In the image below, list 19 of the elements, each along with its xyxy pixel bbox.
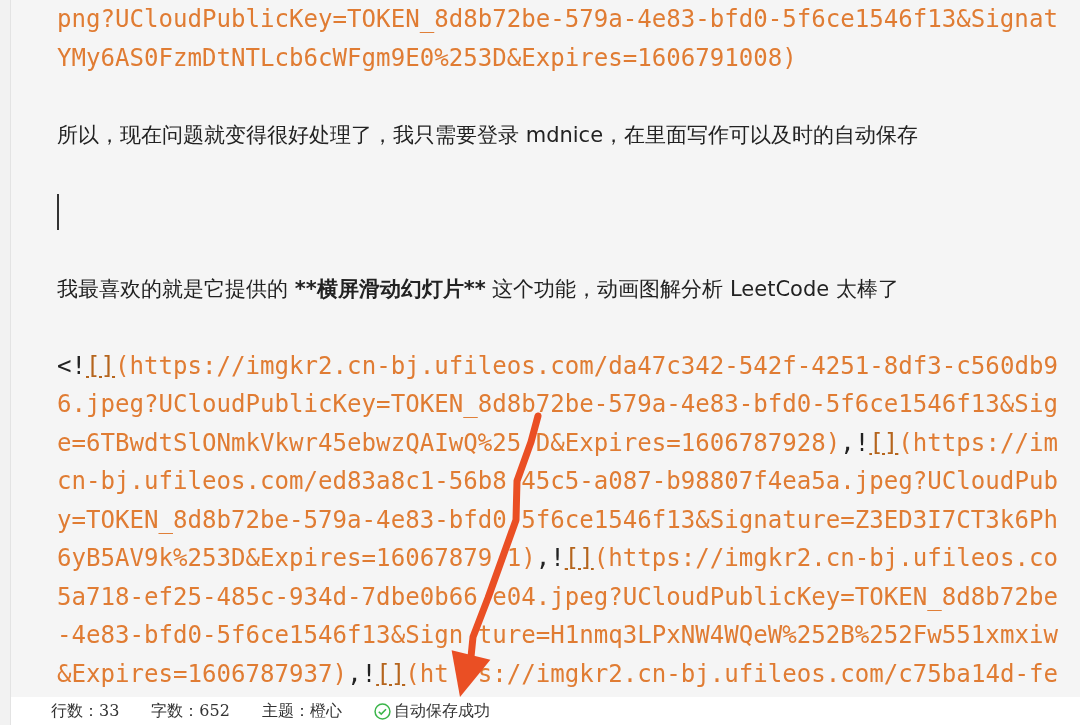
- editor-line: 6.jpeg?UCloudPublicKey=TOKEN_8d8b72be-579a-4e83-bfd0-5f6ce1546f13&Sig: [57, 389, 1059, 420]
- editor-line: 5a718-ef25-485c-934d-7dbe0b66 e04.jpeg?UCloudPublicKey=TOKEN_8d8b72be: [57, 581, 1059, 613]
- editor-line: y=TOKEN_8d8b72be-579a-4e83-bfd0 5f6ce1546f13&Signature=Z3ED3I7CT3k6Ph: [57, 504, 1059, 536]
- status-text: 字数：652: [151, 700, 230, 722]
- editor-line: YMy6AS0FzmDtNTLcb6cWFgm9E0%253D&Expires=1606791008): [57, 42, 798, 74]
- editor-line: -4e83-bfd0-5f6ce1546f13&Sign ture=H1nmq3LPxNW4WQeW%252B%252Fw551xmxiw: [57, 620, 1059, 651]
- editor-line: cn-bj.ufileos.com/ed83a8c1-56b8 45c5-a087-b98807f4ea5a.jpeg?UCloudPub: [57, 466, 1059, 497]
- editor-line: &Expires=1606787937),![](ht s://imgkr2.cn-bj.ufileos.com/c75ba14d-fe: [57, 658, 1059, 690]
- editor-line: 所以，现在问题就变得很好处理了，我只需要登录 mdnice，在里面写作可以及时的自动保存: [57, 121, 920, 149]
- save-status: 自动保存成功: [393, 700, 490, 722]
- check-circle-icon: [373, 702, 391, 720]
- editor-line: 6yB5AV9k%253D&Expires=16067879 1),![](https://imgkr2.cn-bj.ufileos.co: [57, 543, 1059, 574]
- editor-line: e=6TBwdtSlONmkVkwr45ebwzQAIwQ%25 D&Expires=1606787928),![](https://im: [57, 427, 1059, 459]
- status-text: 行数：33: [51, 700, 120, 722]
- editor-line: png?UCloudPublicKey=TOKEN_8d8b72be-579a-4e83-bfd0-5f6ce1546f13&Signat: [57, 4, 1059, 35]
- status-text: 主题：橙心: [261, 700, 342, 722]
- editor-line: <![](https://imgkr2.cn-bj.ufileos.com/da47c342-542f-4251-8df3-c560db9: [57, 350, 1059, 382]
- text-cursor: [57, 193, 59, 230]
- editor-line: 我最喜欢的就是它提供的 **横屏滑动幻灯片** 这个功能，动画图解分析 LeetCode 太棒了: [57, 275, 900, 303]
